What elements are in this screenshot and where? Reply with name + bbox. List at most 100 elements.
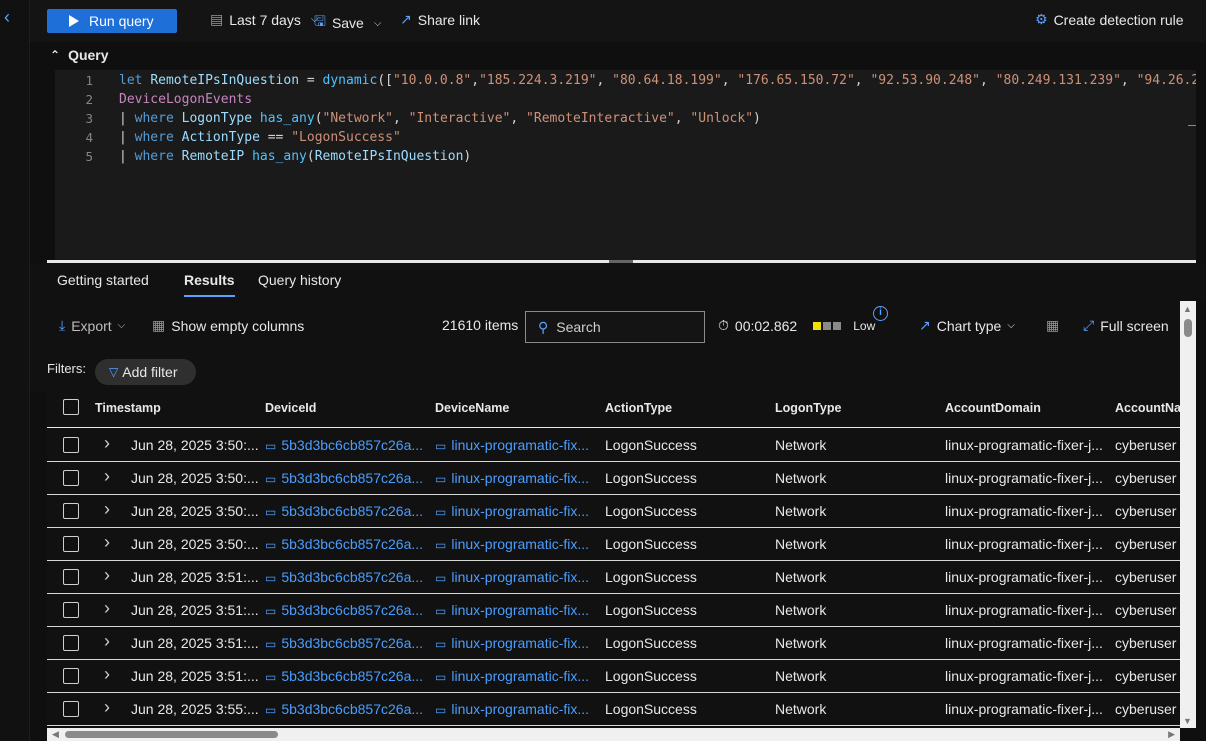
table-row[interactable]: › Jun 28, 2025 3:50:... ▭ 5b3d3bc6cb857c26a… (47, 528, 1181, 561)
save-dropdown[interactable]: 🖫 Save ⌵ (314, 11, 381, 35)
cell-link-text[interactable]: linux-programatic-fix... (451, 503, 589, 519)
cell-link-text[interactable]: 5b3d3bc6cb857c26a... (281, 569, 423, 585)
cell-devicename[interactable]: ▭ linux-programatic-fix... (435, 701, 597, 717)
chevron-right-icon[interactable]: › (104, 598, 110, 619)
cell-deviceid[interactable]: ▭ 5b3d3bc6cb857c26a... (265, 701, 430, 717)
cell-link-text[interactable]: linux-programatic-fix... (451, 569, 589, 585)
export-dropdown[interactable]: ⤓ Export ⌵ (59, 317, 125, 334)
cell-link-text[interactable]: 5b3d3bc6cb857c26a... (281, 668, 423, 684)
cell-link-text[interactable]: linux-programatic-fix... (451, 635, 589, 651)
tab-getting-started[interactable]: Getting started (57, 272, 149, 288)
cell-deviceid[interactable]: ▭ 5b3d3bc6cb857c26a... (265, 470, 430, 486)
table-row[interactable]: › Jun 28, 2025 3:51:... ▭ 5b3d3bc6cb857c26a… (47, 561, 1181, 594)
run-query-button[interactable]: Run query (47, 9, 177, 33)
full-screen-button[interactable]: ⤢ Full screen (1083, 317, 1169, 334)
table-row[interactable]: › Jun 28, 2025 3:51:... ▭ 5b3d3bc6cb857c26a… (47, 594, 1181, 627)
column-header-devicename[interactable]: DeviceName (435, 401, 509, 415)
cell-deviceid[interactable]: ▭ 5b3d3bc6cb857c26a... (265, 668, 430, 684)
cell-link-text[interactable]: 5b3d3bc6cb857c26a... (281, 503, 423, 519)
cell-deviceid[interactable]: ▭ 5b3d3bc6cb857c26a... (265, 437, 430, 453)
row-checkbox[interactable] (63, 503, 79, 519)
row-checkbox[interactable] (63, 536, 79, 552)
vertical-scroll-thumb[interactable] (1184, 319, 1192, 337)
cell-deviceid[interactable]: ▭ 5b3d3bc6cb857c26a... (265, 602, 430, 618)
cell-link-text[interactable]: linux-programatic-fix... (451, 536, 589, 552)
cell-devicename[interactable]: ▭ linux-programatic-fix... (435, 602, 597, 618)
tab-results[interactable]: Results (184, 272, 235, 297)
search-input[interactable]: ⚲ Search (525, 311, 705, 343)
column-settings-button[interactable]: ▦ (1046, 317, 1059, 334)
scroll-up-icon[interactable]: ▲ (1183, 304, 1192, 314)
cell-devicename[interactable]: ▭ linux-programatic-fix... (435, 668, 597, 684)
cell-deviceid[interactable]: ▭ 5b3d3bc6cb857c26a... (265, 635, 430, 651)
create-detection-rule-button[interactable]: ⚙ Create detection rule (1035, 11, 1184, 28)
chevron-right-icon[interactable]: › (104, 697, 110, 718)
cell-link-text[interactable]: linux-programatic-fix... (451, 437, 589, 453)
table-row[interactable]: › Jun 28, 2025 3:50:... ▭ 5b3d3bc6cb857c26a… (47, 495, 1181, 528)
table-row[interactable]: › Jun 28, 2025 3:51:... ▭ 5b3d3bc6cb857c26a… (47, 660, 1181, 693)
table-row[interactable]: › Jun 28, 2025 3:55:... ▭ 5b3d3bc6cb857c26a… (47, 693, 1181, 726)
show-empty-columns-label: Show empty columns (171, 317, 305, 334)
chevron-right-icon[interactable]: › (104, 532, 110, 553)
add-filter-button[interactable]: ▽ Add filter (95, 359, 196, 385)
cell-link-text[interactable]: 5b3d3bc6cb857c26a... (281, 602, 423, 618)
cell-link-text[interactable]: 5b3d3bc6cb857c26a... (281, 701, 423, 717)
info-icon[interactable]: i (873, 306, 888, 321)
table-row[interactable]: › Jun 28, 2025 3:51:... ▭ 5b3d3bc6cb857c26a… (47, 627, 1181, 660)
cell-devicename[interactable]: ▭ linux-programatic-fix... (435, 536, 597, 552)
vertical-scrollbar[interactable]: ▲ ▼ (1180, 301, 1196, 728)
cell-accountname: cyberuser (1115, 602, 1177, 618)
query-editor[interactable]: 1 let RemoteIPsInQuestion = dynamic(["10.… (55, 70, 1196, 260)
chevron-right-icon[interactable]: › (104, 631, 110, 652)
row-checkbox[interactable] (63, 470, 79, 486)
column-header-timestamp[interactable]: Timestamp (95, 401, 161, 415)
cell-devicename[interactable]: ▭ linux-programatic-fix... (435, 569, 597, 585)
column-header-logontype[interactable]: LogonType (775, 401, 841, 415)
column-header-accountname[interactable]: AccountNam (1115, 401, 1181, 415)
chevron-right-icon[interactable]: › (104, 433, 110, 454)
cell-devicename[interactable]: ▭ linux-programatic-fix... (435, 437, 597, 453)
select-all-checkbox[interactable] (63, 399, 79, 415)
cell-link-text[interactable]: 5b3d3bc6cb857c26a... (281, 536, 423, 552)
collapse-chevron-icon[interactable]: ‹ (4, 8, 10, 26)
chart-type-dropdown[interactable]: ↗ Chart type ⌵ (919, 317, 1015, 334)
cell-link-text[interactable]: linux-programatic-fix... (451, 470, 589, 486)
chevron-right-icon[interactable]: › (104, 499, 110, 520)
time-range-dropdown[interactable]: ▤ Last 7 days ⌵ (210, 11, 318, 28)
cell-deviceid[interactable]: ▭ 5b3d3bc6cb857c26a... (265, 536, 430, 552)
cell-deviceid[interactable]: ▭ 5b3d3bc6cb857c26a... (265, 569, 430, 585)
table-row[interactable]: › Jun 28, 2025 3:50:... ▭ 5b3d3bc6cb857c26a… (47, 429, 1181, 462)
scroll-down-icon[interactable]: ▼ (1183, 716, 1192, 726)
horizontal-scrollbar[interactable]: ◀ ▶ (47, 728, 1180, 741)
horizontal-scroll-thumb[interactable] (65, 731, 278, 738)
row-checkbox[interactable] (63, 701, 79, 717)
chevron-right-icon[interactable]: › (104, 565, 110, 586)
cell-link-text[interactable]: 5b3d3bc6cb857c26a... (281, 437, 423, 453)
table-row[interactable]: › Jun 28, 2025 3:50:... ▭ 5b3d3bc6cb857c26a… (47, 462, 1181, 495)
scroll-right-icon[interactable]: ▶ (1168, 729, 1175, 740)
cell-devicename[interactable]: ▭ linux-programatic-fix... (435, 503, 597, 519)
cell-devicename[interactable]: ▭ linux-programatic-fix... (435, 470, 597, 486)
row-checkbox[interactable] (63, 437, 79, 453)
chevron-right-icon[interactable]: › (104, 664, 110, 685)
show-empty-columns-toggle[interactable]: ▦ Show empty columns (152, 317, 304, 334)
row-checkbox[interactable] (63, 668, 79, 684)
tab-query-history[interactable]: Query history (258, 272, 341, 288)
cell-devicename[interactable]: ▭ linux-programatic-fix... (435, 635, 597, 651)
cell-deviceid[interactable]: ▭ 5b3d3bc6cb857c26a... (265, 503, 430, 519)
column-header-accountdomain[interactable]: AccountDomain (945, 401, 1041, 415)
row-checkbox[interactable] (63, 569, 79, 585)
query-section-header[interactable]: ⌃ Query (30, 42, 1206, 70)
cell-link-text[interactable]: linux-programatic-fix... (451, 668, 589, 684)
chevron-right-icon[interactable]: › (104, 466, 110, 487)
cell-link-text[interactable]: 5b3d3bc6cb857c26a... (281, 635, 423, 651)
column-header-actiontype[interactable]: ActionType (605, 401, 672, 415)
row-checkbox[interactable] (63, 602, 79, 618)
share-link-button[interactable]: ↗ Share link (400, 11, 480, 28)
row-checkbox[interactable] (63, 635, 79, 651)
column-header-deviceid[interactable]: DeviceId (265, 401, 316, 415)
cell-link-text[interactable]: linux-programatic-fix... (451, 602, 589, 618)
cell-link-text[interactable]: 5b3d3bc6cb857c26a... (281, 470, 423, 486)
cell-link-text[interactable]: linux-programatic-fix... (451, 701, 589, 717)
scroll-left-icon[interactable]: ◀ (52, 729, 59, 740)
